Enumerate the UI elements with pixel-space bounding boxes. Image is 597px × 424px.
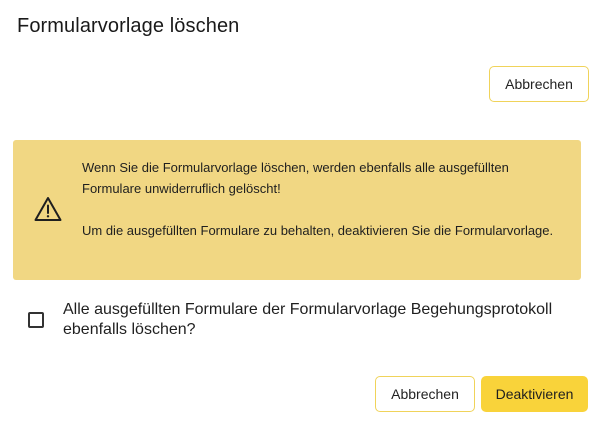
warning-paragraph-2: Um die ausgefüllten Formulare zu behalte… bbox=[82, 223, 554, 238]
top-cancel-button[interactable]: Abbrechen bbox=[489, 66, 589, 102]
warning-box: Wenn Sie die Formularvorlage löschen, we… bbox=[13, 140, 581, 280]
delete-filled-forms-checkbox[interactable] bbox=[28, 312, 44, 328]
checkbox-label[interactable]: Alle ausgefüllten Formulare der Formular… bbox=[63, 300, 573, 340]
warning-text: Wenn Sie die Formularvorlage löschen, we… bbox=[82, 157, 562, 241]
cancel-button[interactable]: Abbrechen bbox=[375, 376, 475, 412]
delete-form-template-dialog: Formularvorlage löschen Abbrechen Wenn S… bbox=[0, 0, 597, 424]
warning-paragraph-1: Wenn Sie die Formularvorlage löschen, we… bbox=[82, 160, 509, 196]
deactivate-button[interactable]: Deaktivieren bbox=[481, 376, 588, 412]
delete-filled-forms-option[interactable]: Alle ausgefüllten Formulare der Formular… bbox=[28, 300, 588, 340]
warning-triangle-icon bbox=[34, 196, 62, 222]
dialog-title: Formularvorlage löschen bbox=[17, 15, 240, 37]
